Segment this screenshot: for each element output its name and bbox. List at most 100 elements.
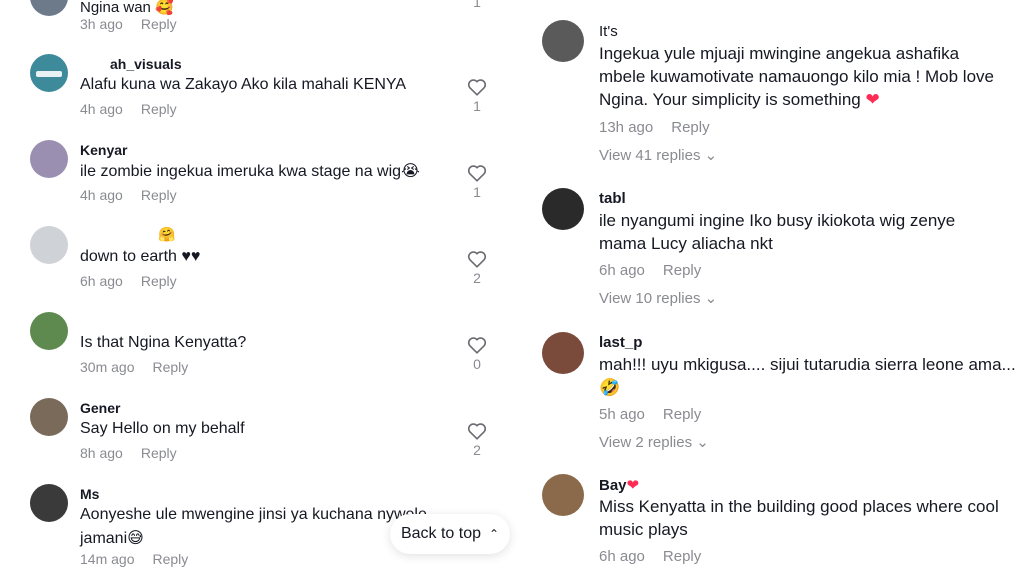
avatar[interactable] bbox=[30, 54, 68, 92]
comment-text: ile zombie ingekua imeruka kwa stage na … bbox=[80, 161, 420, 180]
reply-button[interactable]: Reply bbox=[152, 359, 188, 375]
comment-item: Ngina wan 🥰 3h ago Reply 1 bbox=[0, 0, 500, 32]
comment-username[interactable]: ah_visuals bbox=[110, 56, 182, 72]
avatar[interactable] bbox=[30, 0, 68, 16]
avatar[interactable] bbox=[30, 226, 68, 264]
right-comment-column: It's Ingekua yule mjuaji mwingine angeku… bbox=[520, 0, 1024, 576]
comment-text: mah!!! uyu mkigusa.... sijui tutarudia s… bbox=[599, 355, 1016, 398]
like-button[interactable]: 2 bbox=[465, 422, 489, 458]
comment-time: 4h ago bbox=[80, 187, 123, 203]
back-to-top-button[interactable]: Back to top ⌃ bbox=[390, 514, 510, 554]
like-count: 0 bbox=[473, 356, 481, 372]
comment-time: 3h ago bbox=[80, 16, 123, 32]
comment-meta: 4h ago Reply bbox=[80, 101, 177, 117]
avatar[interactable] bbox=[542, 332, 584, 374]
comment-username[interactable]: It's bbox=[599, 23, 618, 40]
like-count: 2 bbox=[473, 442, 481, 458]
comment-text: down to earth ♥♥ bbox=[80, 248, 201, 265]
comment-item: Bay❤ Miss Kenyatta in the building good … bbox=[520, 472, 1024, 576]
like-count: 1 bbox=[473, 98, 481, 114]
double-chevron-up-icon: ⌃ bbox=[488, 527, 500, 541]
comment-item: Kenyar ile zombie ingekua imeruka kwa st… bbox=[0, 138, 500, 208]
like-count: 1 bbox=[473, 184, 481, 200]
like-button[interactable]: 1 bbox=[465, 164, 489, 200]
comment-time: 5h ago bbox=[599, 406, 645, 423]
comment-text: Aonyeshe ule mwengine jinsi ya kuchana n… bbox=[80, 506, 427, 547]
comment-username[interactable]: tabl bbox=[599, 190, 626, 207]
reply-button[interactable]: Reply bbox=[663, 406, 701, 423]
like-button[interactable]: 2 bbox=[465, 250, 489, 286]
comment-text: Say Hello on my behalf bbox=[80, 420, 245, 437]
avatar[interactable] bbox=[542, 20, 584, 62]
reply-button[interactable]: Reply bbox=[663, 262, 701, 279]
avatar[interactable] bbox=[30, 398, 68, 436]
reply-button[interactable]: Reply bbox=[152, 551, 188, 567]
reply-button[interactable]: Reply bbox=[663, 548, 701, 565]
view-replies-button[interactable]: View 10 replies ⌄ bbox=[599, 289, 717, 307]
comment-text: Is that Ngina Kenyatta? bbox=[80, 334, 247, 351]
comment-time: 4h ago bbox=[80, 101, 123, 117]
view-replies-button[interactable]: View 41 replies ⌄ bbox=[599, 146, 717, 164]
comment-meta: 4h ago Reply bbox=[80, 187, 177, 203]
chevron-down-icon: ⌄ bbox=[704, 290, 718, 307]
comment-text: Alafu kuna wa Zakayo Ako kila mahali KEN… bbox=[80, 76, 407, 93]
comment-item: tabl ile nyangumi ingine Iko busy ikioko… bbox=[520, 186, 1024, 312]
comment-text: ile nyangumi ingine Iko busy ikiokota wi… bbox=[599, 211, 956, 253]
like-count: 1 bbox=[473, 0, 481, 10]
comment-meta: 8h ago Reply bbox=[80, 445, 177, 461]
avatar[interactable] bbox=[30, 484, 68, 522]
avatar[interactable] bbox=[542, 474, 584, 516]
comment-meta: 13h ago Reply bbox=[599, 119, 710, 136]
heart-icon bbox=[467, 165, 487, 182]
comment-item: It's Ingekua yule mjuaji mwingine angeku… bbox=[520, 18, 1024, 168]
avatar[interactable] bbox=[30, 140, 68, 178]
comment-time: 14m ago bbox=[80, 551, 135, 567]
reply-button[interactable]: Reply bbox=[671, 119, 709, 136]
comment-text: Miss Kenyatta in the building good place… bbox=[599, 497, 999, 539]
comment-text: Ngina wan 🥰 bbox=[80, 0, 174, 16]
comment-item: Gener Say Hello on my behalf 8h ago Reply… bbox=[0, 396, 500, 466]
heart-icon bbox=[467, 423, 487, 440]
reply-button[interactable]: Reply bbox=[141, 16, 177, 32]
avatar[interactable] bbox=[542, 188, 584, 230]
comment-meta: 6h ago Reply bbox=[599, 262, 701, 279]
comment-time: 6h ago bbox=[599, 262, 645, 279]
comment-username[interactable]: Gener bbox=[80, 400, 120, 416]
comment-time: 6h ago bbox=[80, 273, 123, 289]
comment-meta: 14m ago Reply bbox=[80, 551, 188, 567]
heart-icon bbox=[467, 79, 487, 96]
heart-icon bbox=[467, 251, 487, 268]
comment-time: 30m ago bbox=[80, 359, 135, 375]
comment-text: Ingekua yule mjuaji mwingine angekua ash… bbox=[599, 44, 994, 109]
chevron-down-icon: ⌄ bbox=[696, 434, 709, 451]
reply-button[interactable]: Reply bbox=[141, 101, 177, 117]
comment-username[interactable]: Ms bbox=[80, 486, 99, 502]
chevron-down-icon: ⌄ bbox=[704, 147, 718, 164]
comment-item: 🤗 down to earth ♥♥ 6h ago Reply 2 bbox=[0, 224, 500, 294]
left-comment-column: Ngina wan 🥰 3h ago Reply 1 ah_visuals Ala… bbox=[0, 0, 500, 576]
comment-time: 13h ago bbox=[599, 119, 654, 136]
comment-item: last_p mah!!! uyu mkigusa.... sijui tuta… bbox=[520, 330, 1024, 456]
comment-time: 8h ago bbox=[80, 445, 123, 461]
view-replies-button[interactable]: View 2 replies ⌄ bbox=[599, 433, 709, 451]
heart-icon bbox=[467, 337, 487, 354]
comment-meta: 6h ago Reply bbox=[599, 548, 701, 565]
comment-time: 6h ago bbox=[599, 548, 645, 565]
comment-username[interactable]: Bay❤ bbox=[599, 476, 639, 494]
reply-button[interactable]: Reply bbox=[141, 273, 177, 289]
like-button[interactable]: 1 bbox=[465, 78, 489, 114]
reply-button[interactable]: Reply bbox=[141, 187, 177, 203]
comment-username[interactable]: 🤗 bbox=[158, 226, 175, 243]
comment-username[interactable]: last_p bbox=[599, 334, 642, 351]
reply-button[interactable]: Reply bbox=[141, 445, 177, 461]
like-button[interactable]: 1 bbox=[465, 0, 489, 10]
like-count: 2 bbox=[473, 270, 481, 286]
comment-item: ah_visuals Alafu kuna wa Zakayo Ako kila… bbox=[0, 52, 500, 122]
comment-username[interactable]: Kenyar bbox=[80, 142, 127, 158]
comment-meta: 3h ago Reply bbox=[80, 16, 177, 32]
like-button[interactable]: 0 bbox=[465, 336, 489, 372]
comment-meta: 6h ago Reply bbox=[80, 273, 177, 289]
avatar[interactable] bbox=[30, 312, 68, 350]
back-to-top-label: Back to top bbox=[400, 525, 481, 542]
comment-item: Is that Ngina Kenyatta? 30m ago Reply 0 bbox=[0, 310, 500, 380]
